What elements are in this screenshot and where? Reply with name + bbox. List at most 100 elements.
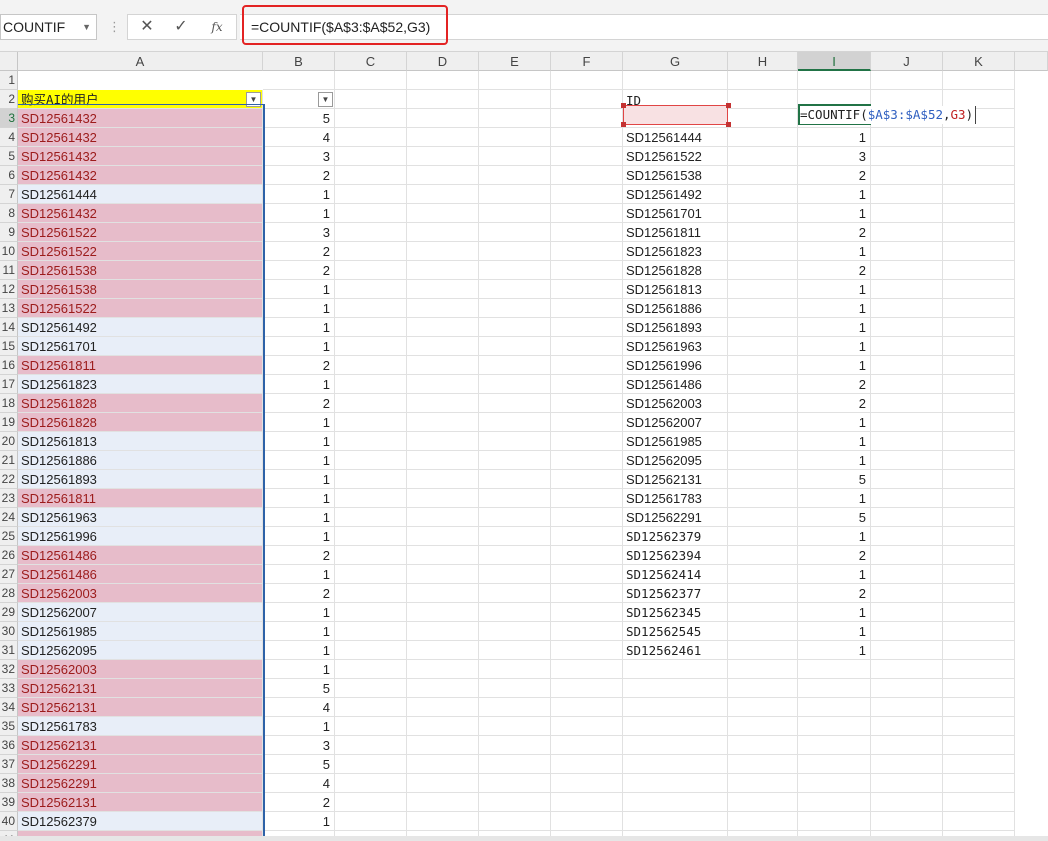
row-header[interactable]: 39 (0, 793, 18, 812)
grid-cell[interactable] (335, 527, 407, 546)
grid-cell[interactable] (871, 698, 943, 717)
grid-cell[interactable] (551, 318, 623, 337)
grid-cell[interactable] (728, 755, 798, 774)
grid-cell[interactable] (551, 527, 623, 546)
grid-cell[interactable] (479, 679, 551, 698)
grid-cell[interactable] (479, 622, 551, 641)
grid-cell[interactable] (479, 717, 551, 736)
table-cell-b[interactable]: 2 (263, 394, 335, 413)
grid-cell[interactable] (335, 109, 407, 128)
table-cell-a[interactable]: SD12561432 (18, 147, 263, 166)
grid-cell[interactable] (335, 318, 407, 337)
table-cell-a[interactable]: SD12562003 (18, 584, 263, 603)
table-cell-a[interactable]: SD12561823 (18, 375, 263, 394)
grid-cell[interactable] (943, 394, 1015, 413)
resize-handle[interactable] (621, 122, 626, 127)
column-header-f[interactable]: F (551, 52, 623, 71)
grid-cell[interactable] (407, 565, 479, 584)
grid-cell[interactable] (335, 185, 407, 204)
row-header[interactable]: 32 (0, 660, 18, 679)
table-cell-b[interactable]: 1 (263, 717, 335, 736)
in-cell-formula-editor[interactable]: =COUNTIF($A$3:$A$52,G3) (800, 106, 977, 124)
table-cell-b[interactable]: 2 (263, 242, 335, 261)
row-header[interactable]: 29 (0, 603, 18, 622)
grid-cell[interactable] (728, 717, 798, 736)
grid-cell[interactable] (479, 71, 551, 90)
grid-cell[interactable] (728, 622, 798, 641)
grid-cell[interactable] (407, 261, 479, 280)
grid-cell[interactable] (479, 242, 551, 261)
grid-cell[interactable] (871, 147, 943, 166)
table-cell-g[interactable]: SD12562291 (623, 508, 728, 527)
table-cell-b[interactable]: 1 (263, 185, 335, 204)
grid-cell[interactable] (728, 736, 798, 755)
table-cell-b[interactable]: 1 (263, 318, 335, 337)
grid-cell[interactable] (551, 375, 623, 394)
grid-cell[interactable] (479, 755, 551, 774)
grid-cell[interactable] (335, 356, 407, 375)
grid-cell[interactable] (943, 299, 1015, 318)
grid-cell[interactable] (871, 242, 943, 261)
grid-cell[interactable] (263, 71, 335, 90)
grid-cell[interactable] (943, 166, 1015, 185)
grid-cell[interactable] (871, 603, 943, 622)
grid-cell[interactable] (335, 660, 407, 679)
table-cell-a[interactable]: SD12561432 (18, 128, 263, 147)
table-cell-b[interactable]: 1 (263, 432, 335, 451)
grid-cell[interactable] (943, 546, 1015, 565)
grid-cell[interactable] (798, 774, 871, 793)
grid-cell[interactable] (335, 470, 407, 489)
grid-cell[interactable] (335, 641, 407, 660)
grid-cell[interactable] (335, 812, 407, 831)
grid-cell[interactable] (623, 679, 728, 698)
table-cell-b[interactable]: 1 (263, 660, 335, 679)
row-header[interactable]: 9 (0, 223, 18, 242)
grid-cell[interactable] (728, 470, 798, 489)
grid-cell[interactable] (335, 793, 407, 812)
row-header[interactable]: 40 (0, 812, 18, 831)
row-header[interactable]: 14 (0, 318, 18, 337)
row-header[interactable]: 30 (0, 622, 18, 641)
table-cell-g[interactable]: SD12561538 (623, 166, 728, 185)
grid-cell[interactable] (943, 812, 1015, 831)
table-cell-g[interactable]: SD12561985 (623, 432, 728, 451)
grid-cell[interactable] (728, 356, 798, 375)
table-cell-g[interactable]: SD12561811 (623, 223, 728, 242)
grid-cell[interactable] (943, 185, 1015, 204)
grid-cell[interactable] (407, 185, 479, 204)
table-cell-a[interactable]: SD12561813 (18, 432, 263, 451)
table-cell-a[interactable]: SD12561828 (18, 394, 263, 413)
grid-cell[interactable] (479, 128, 551, 147)
table-cell-i[interactable]: 3 (798, 147, 871, 166)
grid-cell[interactable] (407, 375, 479, 394)
table-cell-b[interactable]: 1 (263, 489, 335, 508)
grid-cell[interactable] (943, 717, 1015, 736)
grid-cell[interactable] (728, 147, 798, 166)
column-header-i[interactable]: I (798, 52, 871, 71)
table-cell-b[interactable]: 5 (263, 109, 335, 128)
table-cell-b[interactable]: 1 (263, 622, 335, 641)
grid-cell[interactable] (551, 394, 623, 413)
grid-cell[interactable] (551, 166, 623, 185)
grid-cell[interactable] (551, 546, 623, 565)
grid-cell[interactable] (623, 755, 728, 774)
grid-cell[interactable] (335, 394, 407, 413)
grid-cell[interactable] (798, 812, 871, 831)
row-header[interactable]: 34 (0, 698, 18, 717)
grid-cell[interactable] (728, 508, 798, 527)
grid-cell[interactable] (335, 603, 407, 622)
grid-cell[interactable] (551, 413, 623, 432)
grid-cell[interactable] (407, 71, 479, 90)
grid-cell[interactable] (943, 147, 1015, 166)
grid-cell[interactable] (943, 698, 1015, 717)
grid-cell[interactable] (479, 356, 551, 375)
table-cell-g[interactable]: SD12562545 (623, 622, 728, 641)
grid-cell[interactable] (871, 71, 943, 90)
row-header[interactable]: 36 (0, 736, 18, 755)
grid-cell[interactable] (407, 755, 479, 774)
grid-cell[interactable] (943, 261, 1015, 280)
table-cell-a[interactable]: SD12561985 (18, 622, 263, 641)
column-header-c[interactable]: C (335, 52, 407, 71)
grid-cell[interactable] (479, 508, 551, 527)
grid-cell[interactable] (798, 71, 871, 90)
